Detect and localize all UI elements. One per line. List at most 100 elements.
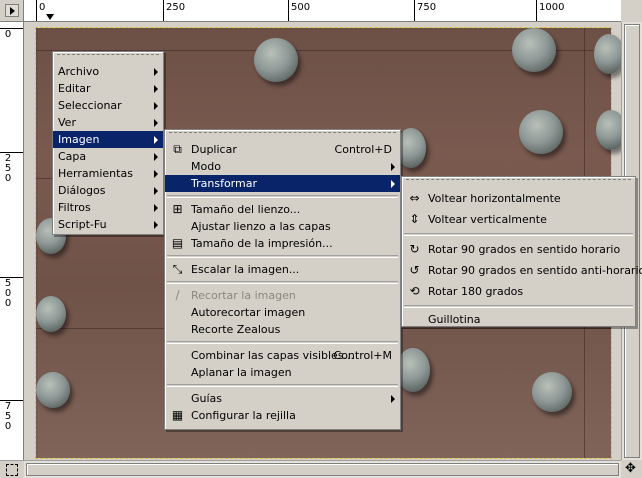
menu-item-label: Script-Fu [58,218,107,231]
submenu-arrow-icon [154,204,158,212]
menu-item-configurar-rejilla[interactable]: ▦ Configurar la rejilla [165,407,400,424]
navigation-button[interactable]: ✥ [621,460,642,478]
menu-arrow-button[interactable] [5,4,19,17]
menu-item-label: Modo [191,160,221,173]
menu-item-autorecortar[interactable]: Autorecortar imagen [165,304,400,321]
menu-item-script-fu[interactable]: Script-Fu [53,216,163,233]
metal-stud [36,296,66,332]
menu-item-herramientas[interactable]: Herramientas [53,165,163,182]
submenu-arrow-icon [154,119,158,127]
ruler-tick [288,0,289,21]
menu-separator [404,305,633,308]
print-size-icon: ▤ [171,236,184,250]
menu-item-label: Voltear verticalmente [428,213,547,226]
tear-off-line[interactable] [406,179,631,186]
menu-item-rotar-horario[interactable]: ↻ Rotar 90 grados en sentido horario [402,239,635,260]
canvas-size-icon: ⊞ [172,202,183,216]
scrollbar-thumb[interactable] [26,463,619,476]
menu-item-voltear-horizontal[interactable]: ⇔ Voltear horizontalmente [402,188,635,209]
rotate-180-icon: ⟲ [409,284,420,298]
menu-item-seleccionar[interactable]: Seleccionar [53,97,163,114]
ruler-tick [536,0,537,21]
menu-item-tamano-lienzo[interactable]: ⊞ Tamaño del lienzo... [165,201,400,218]
submenu-arrow-icon [391,163,395,171]
submenu-arrow-icon [154,68,158,76]
transform-submenu: ⇔ Voltear horizontalmente ⇕ Voltear vert… [401,176,642,328]
menu-item-label: Herramientas [58,167,133,180]
submenu-arrow-icon [391,180,395,188]
menu-item-label: Filtros [58,201,91,214]
submenu-arrow-icon [154,102,158,110]
menu-item-recorte-zealous[interactable]: Recorte Zealous [165,321,400,338]
crop-knife-icon: ∕ [175,288,180,302]
ruler-tick [36,0,37,21]
horizontal-scrollbar[interactable] [24,460,621,478]
menu-item-duplicar[interactable]: ⧉ Duplicar Control+D [165,141,400,158]
menu-item-modo[interactable]: Modo [165,158,400,175]
menu-item-label: Seleccionar [58,99,122,112]
menu-item-label: Combinar las capas visibles... [191,349,355,362]
menu-item-imagen[interactable]: Imagen [53,131,163,148]
ruler-label: 750 [4,401,12,432]
menu-item-label: Recortar la imagen [191,289,296,302]
menu-item-rotar-antihorario[interactable]: ↺ Rotar 90 grados en sentido anti-horari… [402,260,642,281]
ruler-label: 250 [166,2,186,13]
grid-icon: ▦ [171,408,184,422]
ruler-tick [0,277,23,278]
ruler-position-marker [46,14,54,20]
menu-item-rotar-180[interactable]: ⟲ Rotar 180 grados [402,281,635,302]
metal-stud [596,110,621,150]
menu-item-label: Duplicar [191,143,237,156]
metal-stud [519,110,563,154]
rotate-cw-icon: ↻ [409,242,420,256]
menu-item-aplanar[interactable]: Aplanar la imagen [165,364,400,381]
menu-item-label: Voltear horizontalmente [428,192,561,205]
menu-item-capa[interactable]: Capa [53,148,163,165]
menu-item-label: Rotar 180 grados [428,285,524,298]
menu-item-guias[interactable]: Guías [165,390,400,407]
submenu-arrow-icon [154,85,158,93]
menu-item-label: Imagen [58,133,100,146]
flip-vertical-icon: ⇕ [409,212,420,226]
quick-mask-toggle[interactable] [0,460,24,478]
menu-item-label: Escalar la imagen... [191,263,300,276]
menu-item-escalar[interactable]: ⤡ Escalar la imagen... [165,261,400,278]
menu-item-voltear-vertical[interactable]: ⇕ Voltear verticalmente [402,209,635,230]
submenu-arrow-icon [391,395,395,403]
menu-item-editar[interactable]: Editar [53,80,163,97]
submenu-arrow-icon [154,221,158,229]
menu-item-dialogos[interactable]: Diálogos [53,182,163,199]
ruler-tick [0,152,23,153]
menu-item-archivo[interactable]: Archivo [53,63,163,80]
menu-item-tamano-impresion[interactable]: ▤ Tamaño de la impresión... [165,235,400,252]
menu-separator [167,384,398,387]
flip-horizontal-icon: ⇔ [409,191,420,205]
ruler-tick [0,28,23,29]
menu-item-label: Diálogos [58,184,106,197]
menu-item-ajustar-lienzo[interactable]: Ajustar lienzo a las capas [165,218,400,235]
menu-item-transformar[interactable]: Transformar [165,175,400,192]
menu-item-recortar[interactable]: ∕ Recortar la imagen [165,287,400,304]
quick-mask-icon [6,464,18,476]
menu-item-label: Autorecortar imagen [191,306,306,319]
menu-item-label: Guías [191,392,223,405]
tear-off-line[interactable] [57,54,159,61]
menu-item-label: Recorte Zealous [191,323,281,336]
menu-item-guillotina[interactable]: Guillotina [402,311,635,328]
tear-off-line[interactable] [169,132,396,139]
menu-item-label: Configurar la rejilla [191,409,296,422]
menu-item-ver[interactable]: Ver [53,114,163,131]
menu-item-combinar-capas[interactable]: Combinar las capas visibles... Control+M [165,347,400,364]
menu-item-label: Tamaño de la impresión... [191,237,333,250]
menu-item-label: Rotar 90 grados en sentido horario [428,243,621,256]
menu-item-label: Ver [58,116,76,129]
menu-item-filtros[interactable]: Filtros [53,199,163,216]
menu-item-label: Aplanar la imagen [191,366,292,379]
submenu-arrow-icon [154,153,158,161]
menu-separator [167,341,398,344]
move-cross-icon: ✥ [625,461,636,476]
metal-stud [512,28,556,72]
menu-item-label: Rotar 90 grados en sentido anti-horario [428,264,642,277]
ruler-tick [0,400,23,401]
ruler-label: 500 [291,2,311,13]
